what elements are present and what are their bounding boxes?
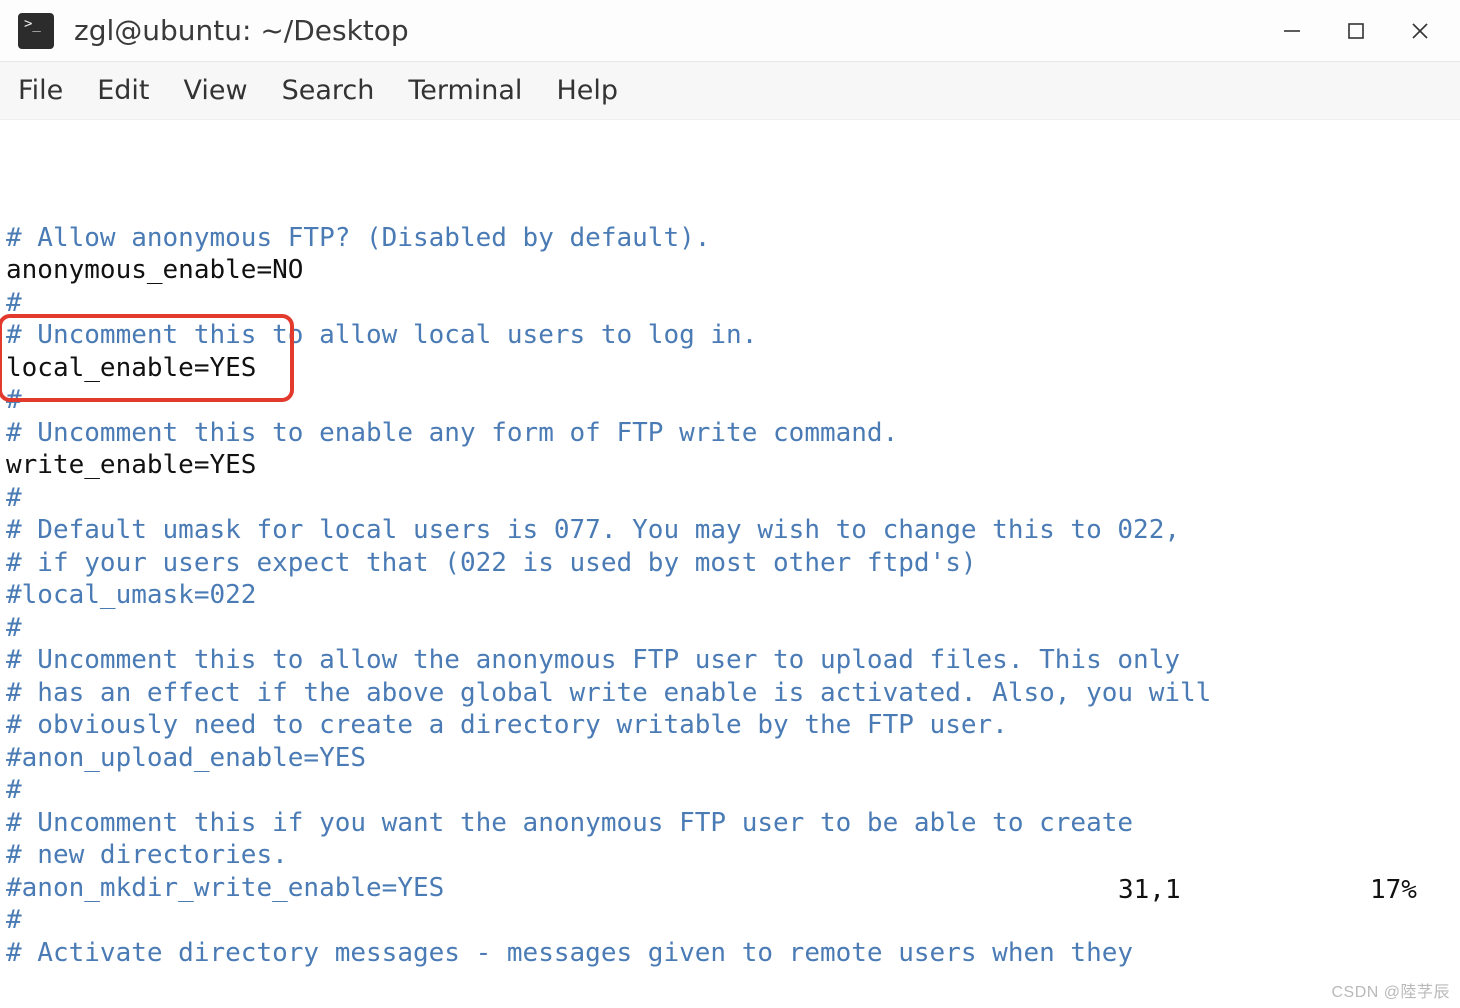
editor-line: local_enable=YES [6, 352, 1454, 385]
editor-line: # has an effect if the above global writ… [6, 677, 1454, 710]
maximize-icon [1346, 21, 1366, 41]
editor-line: #local_umask=022 [6, 579, 1454, 612]
editor-line: # Activate directory messages - messages… [6, 937, 1454, 970]
menubar: File Edit View Search Terminal Help [0, 62, 1460, 120]
close-icon [1410, 21, 1430, 41]
editor-line: # obviously need to create a directory w… [6, 709, 1454, 742]
minimize-button[interactable] [1278, 17, 1306, 45]
terminal-app-icon: >_ [18, 13, 54, 49]
menu-help[interactable]: Help [556, 75, 618, 106]
editor-line: # [6, 774, 1454, 807]
editor-line: write_enable=YES [6, 449, 1454, 482]
editor-line: # Uncomment this to allow the anonymous … [6, 644, 1454, 677]
editor-line: # if your users expect that (022 is used… [6, 547, 1454, 580]
scroll-percent: 17% [1370, 875, 1417, 905]
editor-line: # [6, 482, 1454, 515]
titlebar: >_ zgl@ubuntu: ~/Desktop [0, 0, 1460, 62]
editor-line: anonymous_enable=NO [6, 254, 1454, 287]
editor-line: # new directories. [6, 839, 1454, 872]
editor-line: # [6, 384, 1454, 417]
maximize-button[interactable] [1342, 17, 1370, 45]
menu-terminal[interactable]: Terminal [408, 75, 522, 106]
editor-line: # [6, 612, 1454, 645]
minimize-icon [1282, 21, 1302, 41]
watermark: CSDN @陸芓辰 [1331, 978, 1450, 1002]
editor-line: # Allow anonymous FTP? (Disabled by defa… [6, 222, 1454, 255]
editor-line: # Uncomment this to allow local users to… [6, 319, 1454, 352]
menu-edit[interactable]: Edit [97, 75, 149, 106]
editor-line: #anon_upload_enable=YES [6, 742, 1454, 775]
window-controls [1278, 17, 1442, 45]
editor-line: # Uncomment this to enable any form of F… [6, 417, 1454, 450]
window-title: zgl@ubuntu: ~/Desktop [74, 14, 1278, 47]
editor-line: # [6, 904, 1454, 937]
cursor-position: 31,1 [1118, 875, 1181, 905]
editor-line: # Uncomment this if you want the anonymo… [6, 807, 1454, 840]
editor-line: # Default umask for local users is 077. … [6, 514, 1454, 547]
menu-search[interactable]: Search [282, 75, 375, 106]
close-button[interactable] [1406, 17, 1434, 45]
terminal-icon-glyph: >_ [24, 17, 41, 31]
editor-area[interactable]: # Allow anonymous FTP? (Disabled by defa… [0, 120, 1460, 1002]
editor-line: #anon_mkdir_write_enable=YES [6, 872, 1454, 905]
editor-line: # [6, 287, 1454, 320]
menu-view[interactable]: View [183, 75, 247, 106]
menu-file[interactable]: File [18, 75, 63, 106]
